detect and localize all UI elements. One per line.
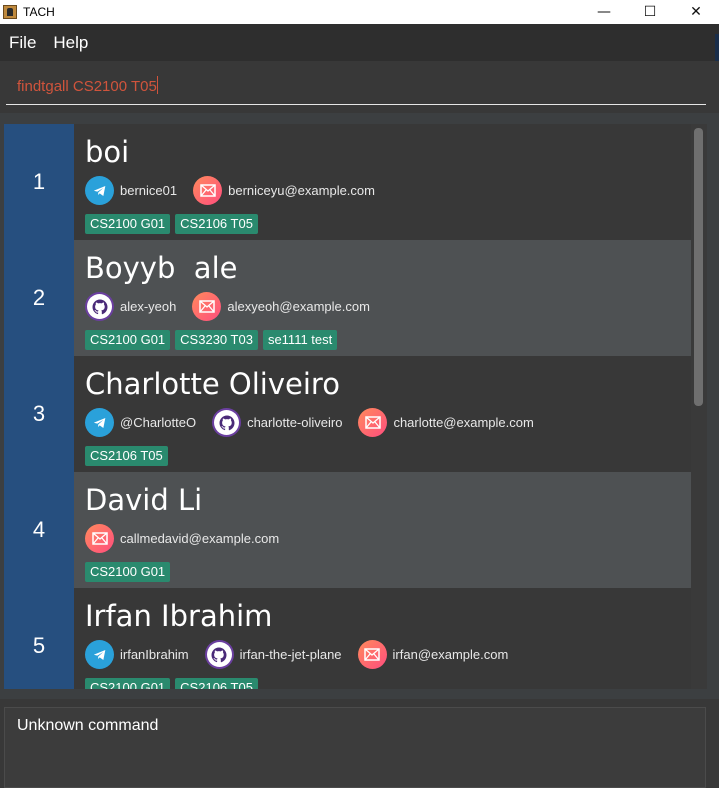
person-details: Boyyb ale alex-yeoh alexyeoh@example.com CS… [74, 240, 691, 356]
person-name: boi [85, 135, 130, 169]
contact-github[interactable]: alex-yeoh [85, 292, 176, 321]
maximize-icon[interactable]: ☐ [627, 0, 673, 24]
contact-email[interactable]: alexyeoh@example.com [192, 292, 370, 321]
text-caret [156, 76, 158, 94]
tag-row: CS2106 T05 [85, 446, 173, 466]
contact-row: alex-yeoh alexyeoh@example.com [85, 292, 386, 321]
contact-github[interactable]: charlotte-oliveiro [212, 408, 342, 437]
email-icon [358, 408, 388, 437]
tag-badge: CS2100 G01 [85, 562, 171, 582]
github-icon [204, 640, 234, 669]
tag-row: CS2100 G01 CS2106 T05 [85, 678, 263, 689]
tag-badge: CS2100 G01 [85, 678, 171, 689]
app-icon [3, 5, 17, 19]
person-name: Irfan Ibrahim [85, 599, 273, 633]
telegram-icon [85, 176, 114, 205]
person-details: Charlotte Oliveiro @CharlotteO charlotte-o… [74, 356, 691, 472]
window-edge [715, 34, 719, 64]
contact-telegram[interactable]: bernice01 [85, 176, 177, 205]
email-handle: alexyeoh@example.com [227, 299, 370, 314]
person-card[interactable]: 4 David Li callmedavid@example.com CS2100 G… [4, 472, 691, 588]
person-card[interactable]: 3 Charlotte Oliveiro @CharlotteO charlotte-… [4, 356, 691, 472]
contact-row: bernice01 berniceyu@example.com [85, 176, 391, 205]
menu-help[interactable]: Help [53, 33, 88, 53]
title-bar: TACH — ☐ ✕ [0, 0, 719, 24]
close-icon[interactable]: ✕ [673, 0, 719, 24]
window-title: TACH [23, 5, 55, 19]
person-index: 1 [4, 124, 74, 240]
contact-email[interactable]: irfan@example.com [357, 640, 509, 669]
tag-row: CS2100 G01 CS2106 T05 [85, 214, 263, 234]
person-index: 5 [4, 588, 74, 689]
github-handle: charlotte-oliveiro [247, 415, 343, 430]
contact-telegram[interactable]: @CharlotteO [85, 408, 196, 437]
result-message: Unknown command [17, 717, 159, 734]
person-card[interactable]: 2 Boyyb ale alex-yeoh alexyeoh@example.com C… [4, 240, 691, 356]
menu-file[interactable]: File [9, 33, 36, 53]
person-index: 2 [4, 240, 74, 356]
tag-badge: CS2106 T05 [175, 678, 258, 689]
menu-bar: File Help [0, 24, 719, 61]
person-details: Irfan Ibrahim irfanIbrahim irfan-the-jet-p… [74, 588, 691, 689]
person-name: Charlotte Oliveiro [85, 367, 340, 401]
tag-badge: CS2100 G01 [85, 214, 171, 234]
command-input[interactable]: findtgall CS2100 T05 [6, 73, 706, 105]
result-box[interactable]: Unknown command [4, 707, 706, 788]
telegram-handle: @CharlotteO [120, 415, 197, 430]
tag-row: CS2100 G01 [85, 562, 175, 582]
email-icon [193, 176, 223, 205]
email-handle: charlotte@example.com [393, 415, 534, 430]
person-details: David Li callmedavid@example.com CS2100 G0… [74, 472, 691, 588]
telegram-icon [85, 640, 114, 669]
person-card[interactable]: 1 boi bernice01 berniceyu@example.com CS2100… [4, 124, 691, 240]
telegram-handle: irfanIbrahim [120, 647, 189, 662]
email-icon [85, 524, 114, 553]
person-card[interactable]: 5 Irfan Ibrahim irfanIbrahim irfan-the-jet-… [4, 588, 691, 689]
telegram-icon [85, 408, 114, 437]
github-handle: irfan-the-jet-plane [239, 647, 342, 662]
contact-row: @CharlotteO charlotte-oliveiro charlotte@e… [85, 408, 550, 437]
email-icon [357, 640, 387, 669]
person-details: boi bernice01 berniceyu@example.com CS2100 … [74, 124, 691, 240]
contact-github[interactable]: irfan-the-jet-plane [204, 640, 342, 669]
contact-email[interactable]: berniceyu@example.com [193, 176, 375, 205]
command-box: findtgall CS2100 T05 [0, 61, 719, 113]
contact-row: irfanIbrahim irfan-the-jet-plane irfan@exa… [85, 640, 524, 669]
contact-email[interactable]: callmedavid@example.com [85, 524, 279, 553]
tag-badge: CS3230 T03 [175, 330, 258, 350]
contact-row: callmedavid@example.com [85, 524, 295, 553]
person-list[interactable]: 1 boi bernice01 berniceyu@example.com CS2100… [4, 124, 707, 689]
person-name: David Li [85, 483, 203, 517]
github-icon [212, 408, 242, 437]
person-name: Boyyb ale [85, 251, 238, 285]
tag-badge: se1111 test [262, 330, 338, 350]
command-text: findtgall CS2100 T05 [17, 78, 157, 95]
contact-telegram[interactable]: irfanIbrahim [85, 640, 189, 669]
contact-email[interactable]: charlotte@example.com [358, 408, 534, 437]
window-controls: — ☐ ✕ [581, 0, 719, 24]
person-index: 4 [4, 472, 74, 588]
minimize-icon[interactable]: — [581, 0, 627, 24]
github-handle: alex-yeoh [120, 299, 177, 314]
scrollbar[interactable] [694, 128, 703, 406]
github-icon [85, 292, 114, 321]
email-handle: berniceyu@example.com [228, 183, 375, 198]
person-index: 3 [4, 356, 74, 472]
tag-badge: CS2106 T05 [175, 214, 258, 234]
result-display: Unknown command [0, 699, 719, 788]
email-icon [192, 292, 222, 321]
tag-badge: CS2100 G01 [85, 330, 171, 350]
tag-row: CS2100 G01 CS3230 T03 se1111 test [85, 330, 342, 350]
email-handle: irfan@example.com [392, 647, 509, 662]
tag-badge: CS2106 T05 [85, 446, 168, 466]
email-handle: callmedavid@example.com [120, 531, 280, 546]
telegram-handle: bernice01 [120, 183, 178, 198]
